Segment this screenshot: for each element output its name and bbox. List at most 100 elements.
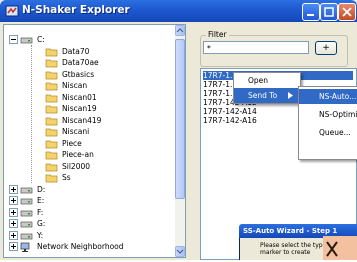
drive-icon bbox=[20, 187, 33, 193]
folder-icon bbox=[45, 163, 58, 171]
wizard-illustration-icon bbox=[326, 241, 338, 257]
tree-item-label: Y: bbox=[37, 230, 44, 240]
expand-icon[interactable] bbox=[9, 196, 18, 205]
tree-item[interactable]: Gtbasics bbox=[4, 69, 174, 80]
tree-item[interactable]: Niscan bbox=[4, 80, 174, 91]
list-item[interactable]: 17R7-142-A16 bbox=[203, 116, 257, 125]
scroll-down-button[interactable] bbox=[175, 246, 185, 257]
tree-item-label: Network Neighborhood bbox=[37, 242, 124, 251]
close-icon bbox=[342, 7, 352, 17]
drive-icon bbox=[20, 198, 33, 205]
folder-icon bbox=[45, 174, 58, 183]
folder-icon bbox=[45, 117, 58, 125]
folder-icon bbox=[45, 94, 58, 102]
tree-item[interactable]: E: bbox=[4, 195, 174, 206]
tree-item[interactable]: Data70ae bbox=[4, 57, 174, 68]
drive-icon bbox=[20, 37, 33, 44]
folder-icon bbox=[45, 128, 58, 137]
tree-item-label: C: bbox=[37, 35, 45, 44]
list-item[interactable]: 17R7-142-A14 bbox=[203, 107, 257, 116]
tree-item-label: Gtbasics bbox=[62, 69, 95, 79]
wizard-prompt-line2: marker to create bbox=[260, 249, 311, 256]
wizard-graphic bbox=[323, 236, 357, 260]
arrow-up-icon bbox=[176, 28, 184, 33]
maximize-button[interactable] bbox=[320, 3, 338, 21]
minimize-button[interactable] bbox=[302, 3, 320, 21]
folder-icon bbox=[45, 82, 58, 91]
minimize-icon bbox=[307, 14, 314, 16]
window-title: N-Shaker Explorer bbox=[22, 4, 130, 16]
menu-item-send-to[interactable]: Send To bbox=[234, 88, 298, 103]
expand-icon[interactable] bbox=[9, 184, 18, 194]
tree-item[interactable]: Y: bbox=[4, 230, 174, 241]
tree-item[interactable]: G: bbox=[4, 218, 174, 229]
scroll-thumb[interactable] bbox=[175, 39, 185, 199]
collapse-icon[interactable] bbox=[9, 35, 18, 44]
tree-item-label: Niscani bbox=[62, 127, 90, 136]
tree-item[interactable]: Piece bbox=[4, 138, 174, 149]
tree-scrollbar[interactable] bbox=[175, 25, 185, 257]
tree-item-label: G: bbox=[37, 219, 46, 228]
drive-icon bbox=[20, 210, 33, 216]
tree-item-label: Niscan01 bbox=[62, 92, 97, 102]
submenu-arrow-icon bbox=[288, 92, 293, 99]
context-menu: Open Send To bbox=[233, 72, 301, 104]
tree-item-label: Data70 bbox=[62, 46, 90, 56]
tree-item[interactable]: Niscani bbox=[4, 126, 174, 137]
menu-item-open[interactable]: Open bbox=[234, 73, 298, 88]
tree-item[interactable]: F: bbox=[4, 207, 174, 218]
folder-icon bbox=[45, 140, 58, 148]
filter-input[interactable]: * bbox=[203, 41, 309, 54]
folder-tree[interactable]: C: Data70 Data70ae Gtbasics Niscan Niscan01 Ni… bbox=[3, 24, 186, 258]
folder-icon bbox=[45, 59, 58, 68]
tree-item[interactable]: C: bbox=[4, 34, 174, 45]
tree-item[interactable]: Niscan19 bbox=[4, 103, 174, 114]
expand-icon[interactable] bbox=[9, 207, 18, 217]
tree-item-label: Niscan419 bbox=[62, 115, 102, 125]
tree-item[interactable]: Network Neighborhood bbox=[4, 241, 174, 252]
app-icon bbox=[5, 5, 19, 17]
add-filter-button[interactable]: + bbox=[315, 41, 337, 55]
menu-item-ns-auto[interactable]: NS-Auto... bbox=[299, 89, 357, 104]
tree-item[interactable]: Sil2000 bbox=[4, 161, 174, 172]
title-bar[interactable]: N-Shaker Explorer bbox=[0, 0, 357, 22]
tree-item[interactable]: Ss bbox=[4, 172, 174, 183]
tree-connector bbox=[31, 45, 32, 183]
filter-legend: Filter bbox=[206, 30, 229, 39]
menu-item-queue[interactable]: Queue... bbox=[299, 125, 357, 140]
tree-item[interactable]: Niscan419 bbox=[4, 115, 174, 126]
wizard-title: SS-Auto Wizard - Step 1 bbox=[243, 227, 338, 235]
arrow-down-icon bbox=[176, 249, 184, 254]
folder-icon bbox=[45, 71, 58, 79]
folder-icon bbox=[45, 105, 58, 114]
menu-item-ns-optimise[interactable]: NS-Optimis bbox=[299, 107, 357, 122]
drive-icon bbox=[20, 233, 33, 239]
tree-item-label: Piece-an bbox=[62, 150, 94, 159]
tree-item[interactable]: Data70 bbox=[4, 46, 174, 57]
network-icon bbox=[20, 242, 30, 252]
maximize-icon bbox=[324, 7, 334, 17]
folder-icon bbox=[45, 151, 58, 160]
tree-item-label: Data70ae bbox=[62, 58, 99, 67]
tree-item-label: Sil2000 bbox=[62, 161, 91, 171]
tree-item-label: Niscan19 bbox=[62, 104, 97, 113]
expand-icon[interactable] bbox=[9, 230, 18, 240]
menu-item-label: Send To bbox=[248, 91, 278, 100]
tree-item[interactable]: Piece-an bbox=[4, 149, 174, 160]
tree-item-label: E: bbox=[37, 196, 45, 205]
expand-icon[interactable] bbox=[9, 219, 18, 228]
send-to-submenu: NS-Auto... NS-Optimis Queue... bbox=[298, 86, 357, 160]
tree-item-label: Piece bbox=[62, 138, 82, 148]
tree-item[interactable]: Niscan01 bbox=[4, 92, 174, 103]
tree-item[interactable]: D: bbox=[4, 184, 174, 195]
tree-item-label: Ss bbox=[62, 173, 71, 182]
scroll-up-button[interactable] bbox=[175, 25, 185, 36]
tree-item-label: D: bbox=[37, 184, 46, 194]
expand-icon[interactable] bbox=[9, 242, 18, 251]
folder-icon bbox=[45, 48, 58, 56]
tree-item-label: F: bbox=[37, 207, 44, 217]
tree-item-label: Niscan bbox=[62, 81, 88, 90]
close-button[interactable] bbox=[338, 3, 356, 21]
explorer-window: N-Shaker Explorer C: Data70 Data70ae Gtbasi… bbox=[0, 0, 357, 260]
drive-icon bbox=[20, 221, 33, 228]
